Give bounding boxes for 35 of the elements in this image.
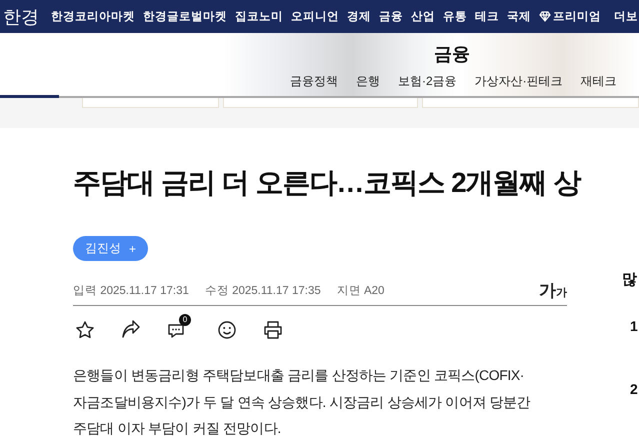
article-body: 은행들이 변동금리형 주택담보대출 금리를 산정하는 기준인 코픽스(COFIX·자금조달비용지수)가 두 달 연속 상승했다. 시장금리 상승세가 이어져 당분간 주담대 이자 부담이 커질 전망이다. <box>73 366 532 438</box>
share-icon <box>121 320 141 340</box>
nav-link[interactable]: 테크 <box>475 9 499 24</box>
site-logo[interactable]: 한경 <box>3 4 39 28</box>
article-meta: 수정 2025.11.17 17:35 <box>204 284 321 298</box>
rank-number: 2 <box>630 381 638 397</box>
section-tab[interactable]: 보험·2금융 <box>398 73 457 90</box>
smiley-icon <box>217 320 237 340</box>
bookmark-star-icon <box>75 320 95 340</box>
comment-count: 0 <box>179 314 191 326</box>
section-tab[interactable]: 은행 <box>356 73 380 90</box>
rank-number: 1 <box>630 318 638 334</box>
nav-link[interactable]: 더보 <box>614 9 638 24</box>
nav-link[interactable]: 오피니언 <box>291 9 339 24</box>
diamond-icon <box>539 11 551 22</box>
nav-link[interactable]: 경제 <box>347 9 371 24</box>
article-meta: 입력 2025.11.17 17:31 <box>73 284 189 298</box>
comment-button[interactable]: 0 <box>167 314 191 342</box>
article-headline: 주담대 금리 더 오른다…코픽스 2개월째 상 <box>73 166 580 200</box>
sidebar-heading: 많 <box>622 270 637 289</box>
nav-link[interactable]: 한경글로벌마켓 <box>143 9 227 24</box>
section-tab[interactable]: 금융정책 <box>290 73 338 90</box>
premium-link[interactable]: 프리미엄 <box>539 9 601 24</box>
section-title: 금융 <box>433 43 471 66</box>
nav-link[interactable]: 국제 <box>507 9 531 24</box>
section-tab[interactable]: 재테크 <box>580 73 617 90</box>
nav-link[interactable]: 집코노미 <box>235 9 283 24</box>
font-size-button[interactable]: 가가 <box>539 278 567 302</box>
nav-link[interactable]: 한경코리아마켓 <box>51 9 135 24</box>
nav-link[interactable]: 유통 <box>443 9 467 24</box>
nav-link[interactable]: 산업 <box>411 9 435 24</box>
nav-link[interactable]: 금융 <box>379 9 403 24</box>
print-icon <box>263 320 283 340</box>
article-meta: 지면 A20 <box>336 284 384 298</box>
section-tab[interactable]: 가상자산·핀테크 <box>474 73 563 90</box>
